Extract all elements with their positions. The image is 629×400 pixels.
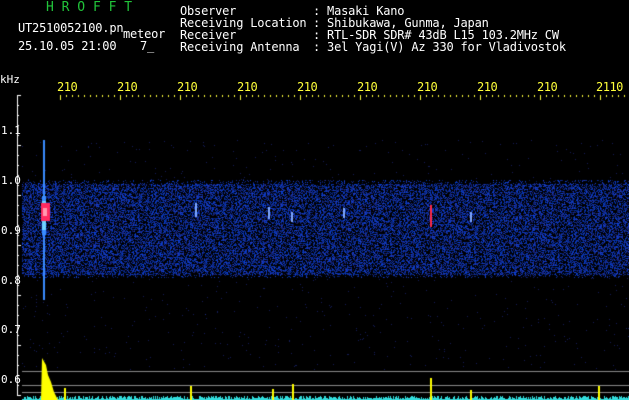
frequency-tick: 0.8: [1, 274, 21, 287]
date-time-label: 25.10.05 21:00: [18, 39, 117, 53]
time-label: 210: [237, 80, 258, 94]
frequency-tick: 0.9: [1, 224, 21, 237]
time-label: 2110: [596, 80, 623, 94]
program-title: H R O F F T: [46, 0, 133, 15]
waterfall-spectrogram: [0, 0, 629, 400]
time-label: 210: [117, 80, 138, 94]
frequency-tick: 1.0: [1, 174, 21, 187]
counter-label: 7_: [140, 39, 155, 53]
frequency-unit-label: kHz: [0, 73, 20, 86]
time-label: 210: [537, 80, 558, 94]
antenna-value: : 3el Yagi(V) Az 330 for Vladivostok: [313, 40, 566, 54]
frequency-tick: 1.1: [1, 124, 21, 137]
time-label: 210: [477, 80, 498, 94]
time-label: 210: [357, 80, 378, 94]
antenna-label: Receiving Antenna: [180, 40, 300, 54]
time-label: 210: [57, 80, 78, 94]
time-label: 210: [417, 80, 438, 94]
frequency-tick: 0.6: [1, 373, 21, 386]
time-label: 210: [177, 80, 198, 94]
frequency-tick: 0.7: [1, 323, 21, 336]
hrofft-window: H R O F F T UT2510052100.pn meteor 25.10…: [0, 0, 629, 400]
time-label: 210: [297, 80, 318, 94]
filename-label: UT2510052100.pn: [18, 21, 124, 35]
